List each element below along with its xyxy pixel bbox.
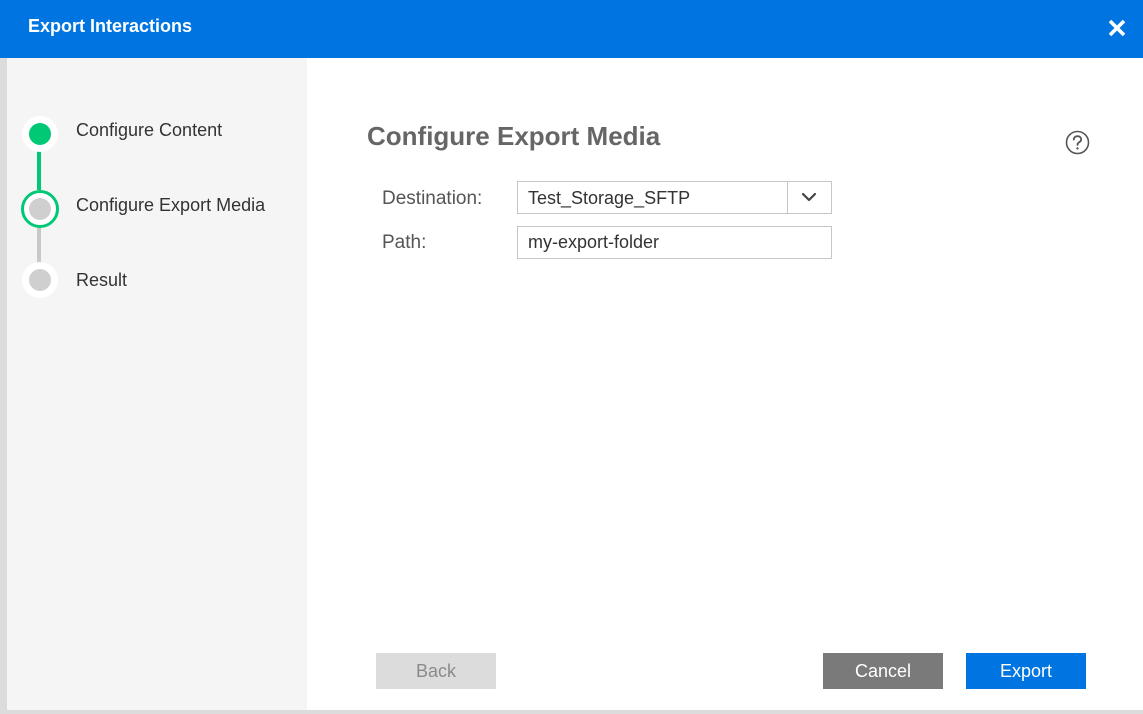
destination-label: Destination: bbox=[382, 188, 483, 209]
destination-dropdown-button[interactable] bbox=[787, 182, 831, 213]
path-input[interactable] bbox=[517, 226, 832, 259]
step-2-label: Configure Export Media bbox=[76, 195, 266, 215]
chevron-down-icon bbox=[801, 192, 817, 202]
dialog-left-border bbox=[0, 58, 7, 712]
wizard-steps-sidebar bbox=[7, 58, 307, 712]
step-1-label: Configure Content bbox=[76, 120, 223, 140]
section-title: Configure Export Media bbox=[367, 121, 661, 151]
step-connector-complete bbox=[37, 150, 41, 190]
cancel-button[interactable]: Cancel bbox=[823, 653, 943, 689]
export-button[interactable]: Export bbox=[966, 653, 1086, 689]
help-icon[interactable] bbox=[1065, 130, 1090, 155]
dialog-titlebar: Export Interactions bbox=[0, 0, 1143, 58]
back-button[interactable]: Back bbox=[376, 653, 496, 689]
export-interactions-dialog: Export Interactions Configure Content Co… bbox=[0, 0, 1143, 714]
path-label: Path: bbox=[382, 232, 427, 253]
destination-value: Test_Storage_SFTP bbox=[528, 188, 691, 208]
destination-select[interactable]: Test_Storage_SFTP bbox=[517, 181, 832, 214]
step-3-pending-icon bbox=[22, 262, 58, 298]
close-button[interactable] bbox=[1105, 16, 1129, 40]
step-2-current-icon bbox=[21, 190, 59, 228]
step-3-label: Result bbox=[76, 270, 128, 290]
close-icon[interactable] bbox=[1105, 16, 1129, 40]
step-1-complete-icon bbox=[22, 116, 58, 152]
step-connector-pending bbox=[37, 225, 41, 265]
dialog-bottom-border bbox=[0, 710, 1143, 714]
dialog-title: Export Interactions bbox=[28, 16, 193, 36]
help-button[interactable] bbox=[1065, 130, 1090, 155]
